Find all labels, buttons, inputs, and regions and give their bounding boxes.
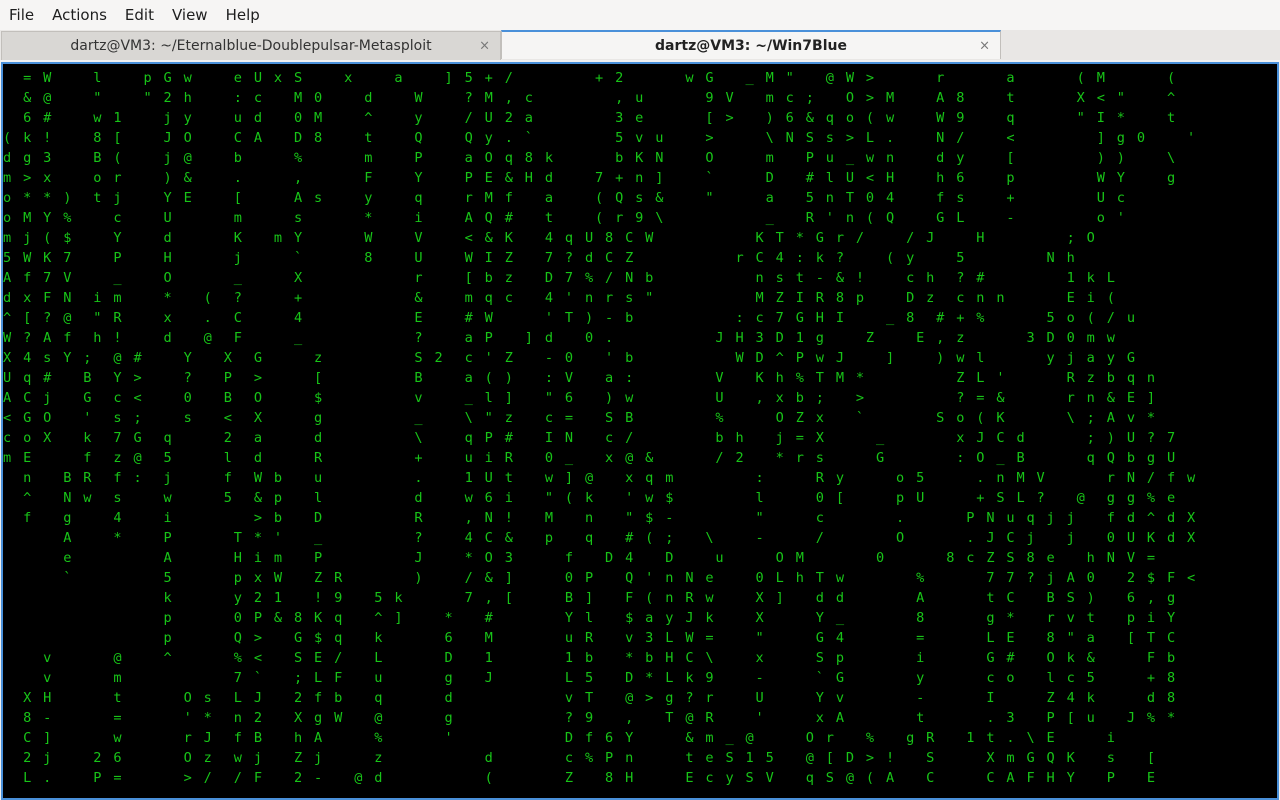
- terminal-output: = W l p G w e U x S x a ] 5 + / + 2 w G …: [3, 70, 1198, 786]
- menu-edit[interactable]: Edit: [116, 0, 163, 30]
- tab-eternalblue[interactable]: dartz@VM3: ~/Eternalblue-Doublepulsar-Me…: [1, 31, 501, 60]
- terminal-view[interactable]: = W l p G w e U x S x a ] 5 + / + 2 w G …: [1, 62, 1279, 800]
- menubar: File Actions Edit View Help: [0, 0, 1280, 30]
- menu-actions[interactable]: Actions: [43, 0, 116, 30]
- tab-bar: dartz@VM3: ~/Eternalblue-Doublepulsar-Me…: [0, 30, 1280, 60]
- menu-view[interactable]: View: [163, 0, 217, 30]
- tab-win7blue[interactable]: dartz@VM3: ~/Win7Blue ×: [501, 30, 1001, 59]
- tab-title: dartz@VM3: ~/Eternalblue-Doublepulsar-Me…: [70, 38, 432, 54]
- tab-title: dartz@VM3: ~/Win7Blue: [655, 37, 847, 54]
- close-tab-icon[interactable]: ×: [479, 39, 490, 54]
- menu-help[interactable]: Help: [217, 0, 269, 30]
- menu-file[interactable]: File: [0, 0, 43, 30]
- close-tab-icon[interactable]: ×: [979, 38, 990, 53]
